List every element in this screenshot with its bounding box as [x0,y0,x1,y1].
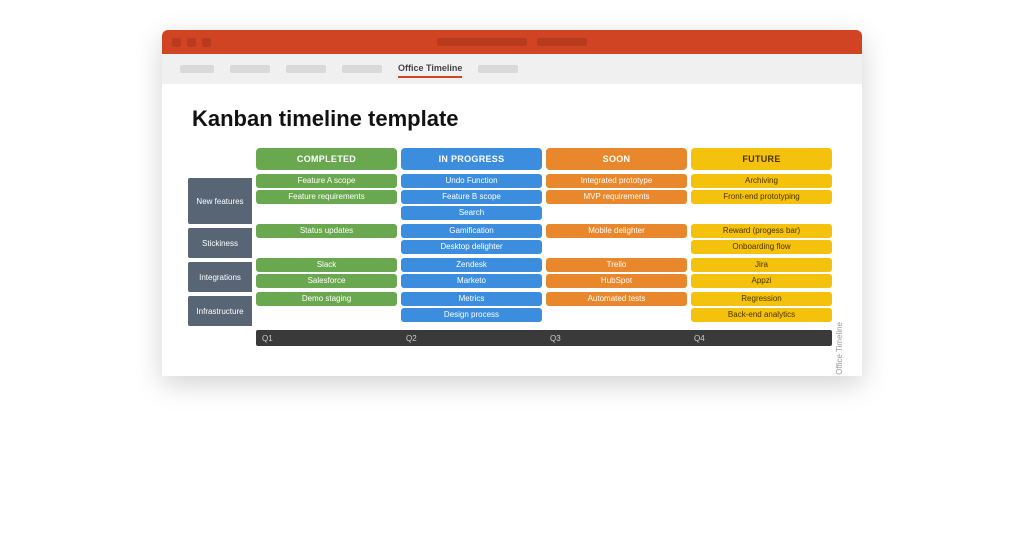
window-control-min[interactable] [187,38,196,47]
kanban-card[interactable]: Design process [401,308,542,322]
kanban-card[interactable]: Search [401,206,542,220]
kanban-card[interactable]: Regression [691,292,832,306]
timeline-quarter: Q3 [544,330,688,346]
watermark: Made with Office Timeline [835,322,844,376]
kanban-card[interactable]: Feature requirements [256,190,397,204]
kanban-card[interactable]: Front-end prototyping [691,190,832,204]
kanban-card[interactable]: Mobile delighter [546,224,687,238]
column-header-soon: SOON [546,148,687,170]
timeline-bar: Q1Q2Q3Q4 [256,330,832,346]
kanban-card[interactable]: Onboarding flow [691,240,832,254]
kanban-card[interactable]: Metrics [401,292,542,306]
kanban-card[interactable]: Demo staging [256,292,397,306]
window-titlebar [162,30,862,54]
kanban-card[interactable]: Jira [691,258,832,272]
column-header-future: FUTURE [691,148,832,170]
swimlane-label-infrastructure: Infrastructure [188,296,252,326]
kanban-card[interactable]: Gamification [401,224,542,238]
kanban-card[interactable]: Automated tests [546,292,687,306]
kanban-card[interactable]: Slack [256,258,397,272]
kanban-card[interactable]: Desktop delighter [401,240,542,254]
column-header-in-progress: IN PROGRESS [401,148,542,170]
kanban-card[interactable]: Status updates [256,224,397,238]
kanban-card[interactable]: Integrated prototype [546,174,687,188]
ribbon-tab[interactable] [180,65,214,73]
ribbon-tab[interactable] [286,65,326,73]
kanban-card[interactable]: Zendesk [401,258,542,272]
window-control-close[interactable] [172,38,181,47]
ribbon-tabs: Office Timeline [162,54,862,84]
kanban-card[interactable]: Salesforce [256,274,397,288]
column-header-completed: COMPLETED [256,148,397,170]
kanban-card[interactable]: Back-end analytics [691,308,832,322]
kanban-card[interactable]: HubSpot [546,274,687,288]
title-placeholder [537,38,587,46]
timeline-quarter: Q4 [688,330,832,346]
timeline-quarter: Q1 [256,330,400,346]
kanban-card[interactable]: Feature B scope [401,190,542,204]
swimlane-label-integrations: Integrations [188,262,252,292]
swimlane-label-stickiness: Stickiness [188,228,252,258]
kanban-card[interactable]: Appzi [691,274,832,288]
ribbon-tab-office-timeline[interactable]: Office Timeline [398,63,462,76]
timeline-quarter: Q2 [400,330,544,346]
title-placeholder [437,38,527,46]
kanban-board: COMPLETEDIN PROGRESSSOONFUTURENew featur… [256,148,832,346]
ribbon-tab[interactable] [342,65,382,73]
app-window: Office Timeline Kanban timeline template… [162,30,862,376]
kanban-card[interactable]: Undo Function [401,174,542,188]
kanban-card[interactable]: MVP requirements [546,190,687,204]
kanban-card[interactable]: Reward (progess bar) [691,224,832,238]
slide-canvas: Kanban timeline template COMPLETEDIN PRO… [162,84,862,376]
ribbon-tab[interactable] [478,65,518,73]
kanban-card[interactable]: Trello [546,258,687,272]
kanban-card[interactable]: Archiving [691,174,832,188]
slide-title: Kanban timeline template [192,106,832,132]
kanban-card[interactable]: Marketo [401,274,542,288]
swimlane-label-new-features: New features [188,178,252,224]
ribbon-tab[interactable] [230,65,270,73]
window-control-max[interactable] [202,38,211,47]
kanban-card[interactable]: Feature A scope [256,174,397,188]
